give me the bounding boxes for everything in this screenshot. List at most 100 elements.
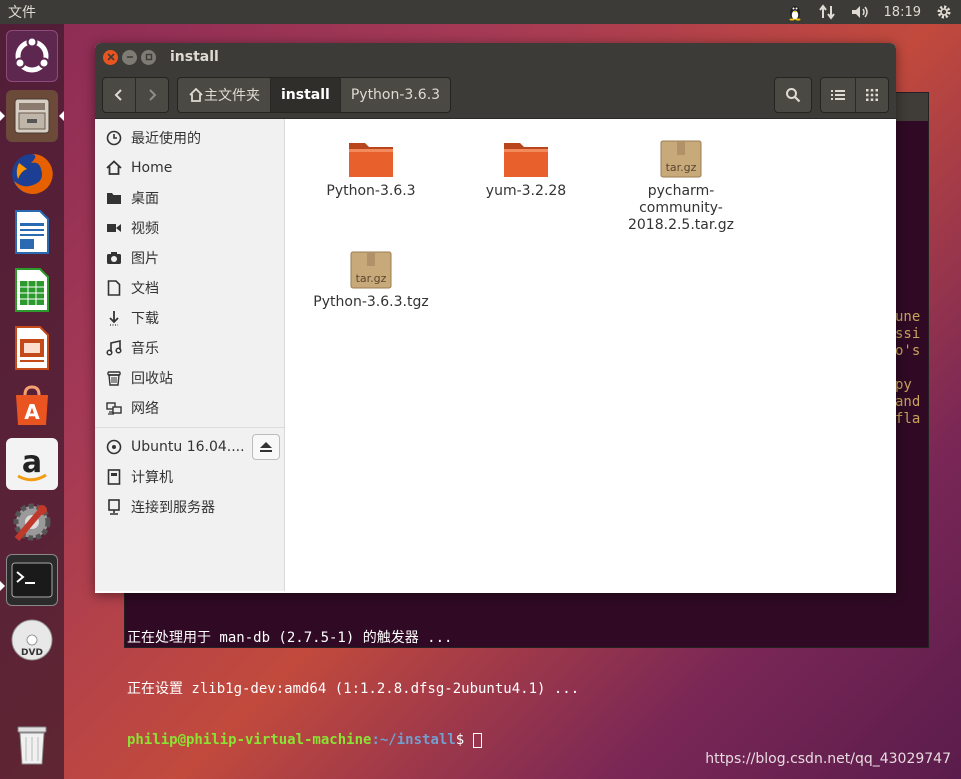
clock[interactable]: 18:19	[884, 5, 921, 20]
folder-icon	[306, 135, 436, 179]
file-name-line: community-	[639, 200, 723, 216]
file-item-folder[interactable]: Python-3.6.3	[306, 135, 436, 200]
dvd-icon[interactable]: DVD	[6, 614, 58, 666]
file-item-folder[interactable]: yum-3.2.28	[461, 135, 591, 200]
eject-button[interactable]	[252, 434, 280, 460]
breadcrumb: 主文件夹 install Python-3.6.3	[177, 76, 452, 113]
trash-icon[interactable]	[6, 718, 58, 770]
close-icon	[106, 53, 115, 61]
writer-icon[interactable]	[6, 206, 58, 258]
breadcrumb-home[interactable]: 主文件夹	[178, 77, 271, 112]
prompt-suffix: $	[455, 732, 473, 748]
list-view-button[interactable]	[821, 77, 856, 112]
grid-view-button[interactable]	[856, 78, 888, 112]
search-group	[774, 76, 812, 113]
file-item-archive[interactable]: tar.gz Python-3.6.3.tgz	[306, 246, 436, 311]
network-arrows-icon[interactable]	[818, 3, 836, 21]
sidebar-item-documents[interactable]: 文档	[95, 273, 284, 303]
music-icon	[105, 339, 123, 357]
file-view[interactable]: Python-3.6.3 yum-3.2.28 tar.gz pycharm- …	[285, 119, 896, 591]
home-icon	[189, 87, 203, 102]
toolbar: 主文件夹 install Python-3.6.3	[95, 71, 896, 119]
list-icon	[831, 89, 845, 100]
sidebar-item-music[interactable]: 音乐	[95, 333, 284, 363]
breadcrumb-install[interactable]: install	[271, 77, 341, 112]
watermark: https://blog.csdn.net/qq_43029747	[705, 751, 951, 767]
system-settings-icon[interactable]	[6, 496, 58, 548]
sidebar-item-label: 桌面	[131, 191, 159, 207]
terminal-side-text: une ssi o's py and fla	[895, 309, 921, 427]
camera-icon	[105, 249, 123, 267]
download-icon	[105, 309, 123, 327]
sidebar-item-label: Home	[131, 160, 173, 176]
document-icon	[105, 279, 123, 297]
breadcrumb-home-label: 主文件夹	[204, 87, 260, 104]
terminal-output[interactable]: 正在处理用于 man-db (2.7.5-1) 的触发器 ... 正在设置 zl…	[127, 596, 579, 779]
window-titlebar[interactable]: install	[95, 43, 896, 71]
forward-button[interactable]	[136, 78, 168, 112]
app-menu-file[interactable]: 文件	[0, 2, 36, 22]
maximize-button[interactable]	[141, 49, 156, 65]
ubuntu-dash-icon[interactable]	[6, 30, 58, 82]
sidebar-item-desktop[interactable]: 桌面	[95, 183, 284, 213]
archive-badge: tar.gz	[666, 161, 697, 174]
computer-icon	[105, 468, 123, 486]
amazon-icon[interactable]: a	[6, 438, 58, 490]
sidebar-item-pictures[interactable]: 图片	[95, 243, 284, 273]
terminal-icon[interactable]	[6, 554, 58, 606]
sidebar-item-downloads[interactable]: 下载	[95, 303, 284, 333]
prompt-user: philip@philip-virtual-machine	[127, 732, 372, 748]
view-group	[820, 76, 889, 113]
chevron-right-icon	[149, 88, 157, 101]
video-icon	[105, 219, 123, 237]
sidebar-item-connect-server[interactable]: 连接到服务器	[95, 492, 284, 522]
sidebar-item-home[interactable]: Home	[95, 153, 284, 183]
running-indicator	[0, 581, 5, 591]
firefox-icon[interactable]	[6, 148, 58, 200]
sidebar-item-videos[interactable]: 视频	[95, 213, 284, 243]
file-name: Python-3.6.3	[326, 183, 416, 199]
sidebar-item-label: 下载	[131, 311, 159, 327]
svg-text:a: a	[22, 445, 42, 480]
calc-icon[interactable]	[6, 264, 58, 316]
gear-icon[interactable]	[935, 3, 953, 21]
breadcrumb-python[interactable]: Python-3.6.3	[341, 78, 450, 112]
maximize-icon	[145, 53, 152, 61]
file-manager-window[interactable]: install 主文件夹 install Python-3.6.3 最近使用的 …	[95, 43, 896, 593]
file-name: Python-3.6.3.tgz	[313, 294, 429, 310]
grid-icon	[866, 88, 878, 101]
sidebar-separator	[95, 427, 284, 428]
minimize-button[interactable]	[122, 49, 137, 65]
close-button[interactable]	[103, 49, 118, 65]
search-icon	[786, 87, 801, 102]
impress-icon[interactable]	[6, 322, 58, 374]
server-icon	[105, 498, 123, 516]
running-indicator	[0, 111, 5, 121]
sidebar-item-recent[interactable]: 最近使用的	[95, 123, 284, 153]
search-button[interactable]	[775, 78, 811, 112]
minimize-icon	[126, 56, 133, 58]
chevron-left-icon	[114, 88, 122, 101]
sidebar-item-label: 计算机	[131, 470, 173, 486]
terminal-prompt[interactable]: philip@philip-virtual-machine:~/install$	[127, 732, 579, 749]
sidebar-item-computer[interactable]: 计算机	[95, 462, 284, 492]
sidebar-item-label: 回收站	[131, 371, 173, 387]
text-cursor	[472, 732, 482, 748]
sidebar-item-label: 图片	[131, 251, 159, 267]
sidebar-item-network[interactable]: 网络	[95, 393, 284, 423]
file-item-archive[interactable]: tar.gz pycharm- community- 2018.2.5.tar.…	[616, 135, 746, 234]
volume-icon[interactable]	[850, 3, 870, 21]
sidebar-item-trash[interactable]: 回收站	[95, 363, 284, 393]
svg-text:A: A	[24, 400, 40, 424]
software-center-icon[interactable]: A	[6, 380, 58, 432]
archive-icon: tar.gz	[616, 135, 746, 179]
terminal-line: 正在处理用于 man-db (2.7.5-1) 的触发器 ...	[127, 630, 453, 646]
archive-badge: tar.gz	[356, 272, 387, 285]
back-button[interactable]	[103, 77, 136, 112]
sidebar-item-label: Ubuntu 16.04....	[131, 439, 245, 455]
files-icon[interactable]	[6, 90, 58, 142]
toolbar-right	[774, 76, 889, 113]
sidebar-item-ubuntu-disc[interactable]: Ubuntu 16.04....	[95, 432, 284, 462]
focused-indicator	[59, 111, 64, 121]
tux-icon[interactable]	[786, 3, 804, 21]
